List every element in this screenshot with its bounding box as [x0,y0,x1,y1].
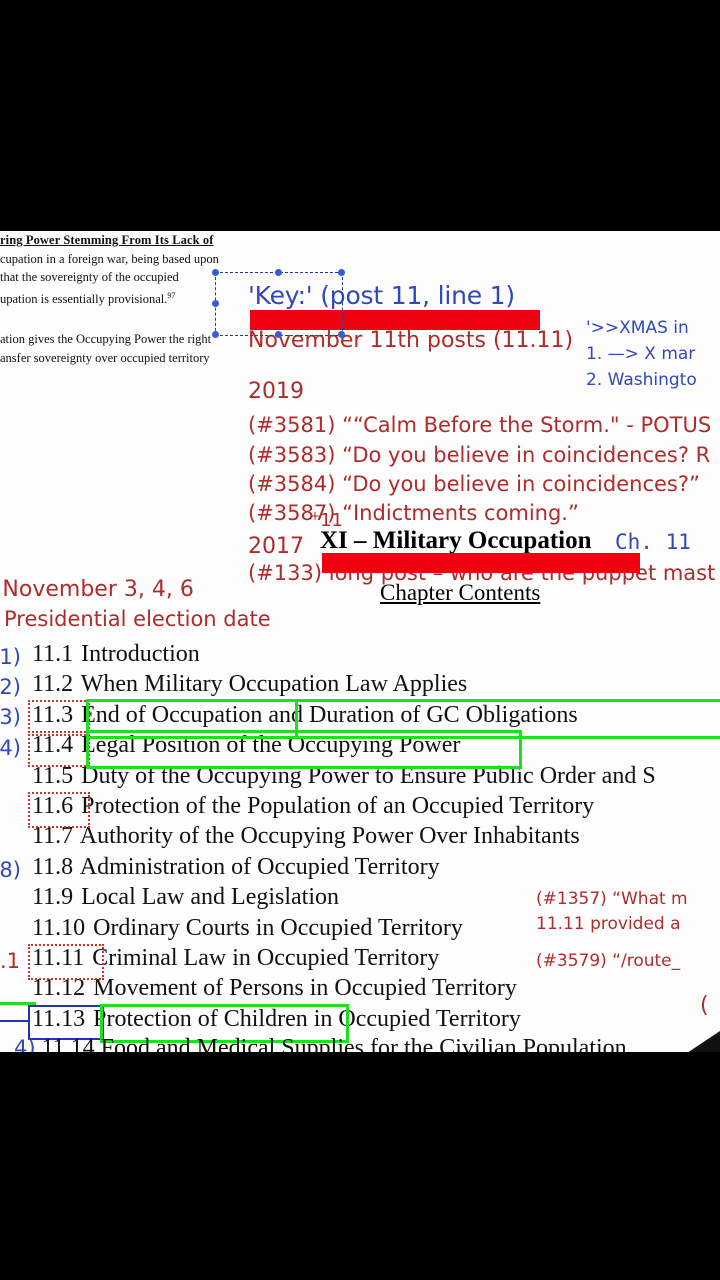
annotation-open-paren: ( [700,993,709,1018]
annotation-presidential-date: Presidential election date [4,607,271,631]
redaction-bar-post-133 [322,553,640,573]
chapter-title: XI – Military Occupation [320,527,592,554]
toc-row: 11.6 Protection of the Population of an … [30,791,656,821]
toc-number: 11.9 [32,884,74,911]
toc-number: 11.10 [32,914,86,941]
margin-number-04: 04) [0,736,21,760]
margin-number-11: .1 [0,949,21,973]
selection-handle-se[interactable] [338,331,345,338]
toc-label: Criminal Law in Occupied Territory [92,944,440,971]
toc-label: When Military Occupation Law Applies [80,671,468,698]
markup-blue-leader-line [0,1020,30,1024]
margin-number-01: 01) [0,645,21,669]
toc-label: End of Occupation and Duration of GC Obl… [81,701,578,728]
selection-handle-n[interactable] [275,269,282,276]
excerpt-heading: ring Power Stemming From Its Lack of [0,233,214,247]
toc-row: 11.8 Administration of Occupied Territor… [30,852,656,882]
annotation-post-3581: (#3581) ““Calm Before the Storm." - POTU… [248,413,712,437]
toc-row: 11.3 End of Occupation and Duration of G… [30,700,656,730]
plus-sign-icon: + [310,509,321,523]
chapter-contents-heading: Chapter Contents [380,580,541,605]
annotation-right-notes: '>>XMAS in 1. —> X mar 2. Washingto [586,315,697,393]
toc-number: 11.1 [32,641,74,667]
annotation-post-3583: (#3583) “Do you believe in coincidences?… [248,443,711,467]
toc-row: 11.11 Criminal Law in Occupied Territory [30,943,656,973]
toc-row: 11.5 Duty of the Occupying Power to Ensu… [30,761,656,791]
toc-label: Duty of the Occupying Power to Ensure Pu… [81,762,656,789]
margin-number-03: 03) [0,705,21,729]
annotation-year-2017: 2017 [248,534,304,559]
annotation-november-346: T November 3, 4, 6 [0,577,194,602]
toc-label: Movement of Persons in Occupied Territor… [93,975,517,1002]
toc-row: 11.10 Ordinary Courts in Occupied Territ… [30,913,656,943]
toc-label: Ordinary Courts in Occupied Territory [93,914,463,941]
toc-row: 11.2 When Military Occupation Law Applie… [30,669,656,699]
excerpt-line-1: cupation in a foreign war, being based u… [0,251,219,266]
toc-number: 11.3 [32,701,74,728]
toc-label: Protection of the Population of an Occup… [81,792,595,819]
right-note-2: 2. Washingto [586,370,697,390]
toc-label: Authority of the Occupying Power Over In… [79,823,580,850]
chapter-number: Ch. 11 [615,530,691,554]
toc-label: Protection of Children in Occupied Terri… [93,1005,521,1032]
toc-label: Introduction [81,641,200,667]
annotation-post-3584: (#3584) “Do you believe in coincidences?… [248,472,700,496]
toc-row: 11.12 Movement of Persons in Occupied Te… [30,973,656,1003]
document-canvas: ring Power Stemming From Its Lack of cup… [0,231,720,1052]
chapter-contents-list: 11.1 Introduction 11.2 When Military Occ… [30,639,656,1034]
selection-handle-sw[interactable] [212,331,219,338]
video-frame: ring Power Stemming From Its Lack of cup… [0,0,720,1280]
selection-handle-ne[interactable] [338,269,345,276]
letterbox-top [0,0,720,231]
toc-label: Local Law and Legislation [81,884,340,911]
toc-number: 11.4 [32,732,74,759]
toc-number: 11.2 [32,671,74,698]
toc-label: Legal Position of the Occupying Power [81,732,461,759]
toc-row: 11.4 Legal Position of the Occupying Pow… [30,730,656,760]
toc-row: 11.7 Authority of the Occupying Power Ov… [30,821,656,851]
right-note-0: '>>XMAS in [586,318,689,338]
selection-handle-w[interactable] [212,300,219,307]
toc-number: 11.6 [32,792,74,819]
toc-number: 11.12 [32,975,86,1002]
selection-handle-s[interactable] [275,331,282,338]
toc-row: 11.13 Protection of Children in Occupied… [30,1004,656,1034]
toc-row: 11.1 Introduction [30,639,656,669]
annotation-post-3587: (#3587) “Indictments coming.” [248,501,579,525]
margin-number-02: 02) [0,675,21,699]
right-note-1: 1. —> X mar [586,344,696,364]
page-corner-shadow [660,1031,720,1052]
toc-label: Administration of Occupied Territory [79,853,440,880]
text-box-selection-frame[interactable] [212,269,345,338]
selection-handle-nw[interactable] [212,269,219,276]
toc-number: 11.5 [32,762,74,789]
toc-number: 11.8 [32,853,74,880]
footnote-marker: 97 [167,290,176,300]
annotation-year-2019: 2019 [248,379,304,404]
toc-number: 11.7 [32,823,74,850]
letterbox-bottom [0,1052,720,1280]
toc-row: 11.9 Local Law and Legislation [30,882,656,912]
margin-number-08: 08) [0,858,21,882]
toc-number: 11.13 [32,1005,86,1032]
toc-number: 11.11 [32,944,85,971]
